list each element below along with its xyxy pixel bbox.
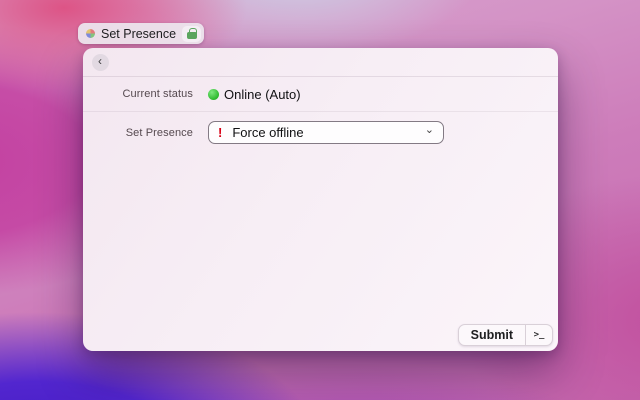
warning-icon: ! [218,125,223,140]
current-status-value-group: Online (Auto) [208,87,301,102]
set-presence-window: ‹ Current status Online (Auto) Set Prese… [83,48,558,351]
submit-button[interactable]: Submit [459,325,525,345]
set-presence-label: Set Presence [125,126,193,139]
lock-glyph [186,28,197,39]
lock-icon [182,25,202,42]
window-header: ‹ [83,48,558,77]
current-status-value: Online (Auto) [224,86,301,102]
presence-select-value: Force offline [232,125,304,140]
set-presence-row: Set Presence ! Force offline ⌄ [83,121,558,144]
app-favicon-icon [86,29,95,38]
terminal-prompt-icon: >_ [533,330,545,340]
presence-select[interactable]: ! Force offline ⌄ [208,121,444,144]
back-button[interactable]: ‹ [92,53,109,71]
set-presence-control: ! Force offline ⌄ [208,121,444,144]
terminal-button[interactable]: >_ [525,325,552,345]
footer-button-group: Submit >_ [457,324,553,346]
tab-title: Set Presence [101,26,177,41]
chevron-down-icon: ⌄ [424,124,434,137]
window-tab[interactable]: Set Presence [78,23,205,44]
online-status-dot-icon [208,88,219,100]
current-status-row: Current status Online (Auto) [83,77,558,112]
current-status-label: Current status [122,88,193,100]
